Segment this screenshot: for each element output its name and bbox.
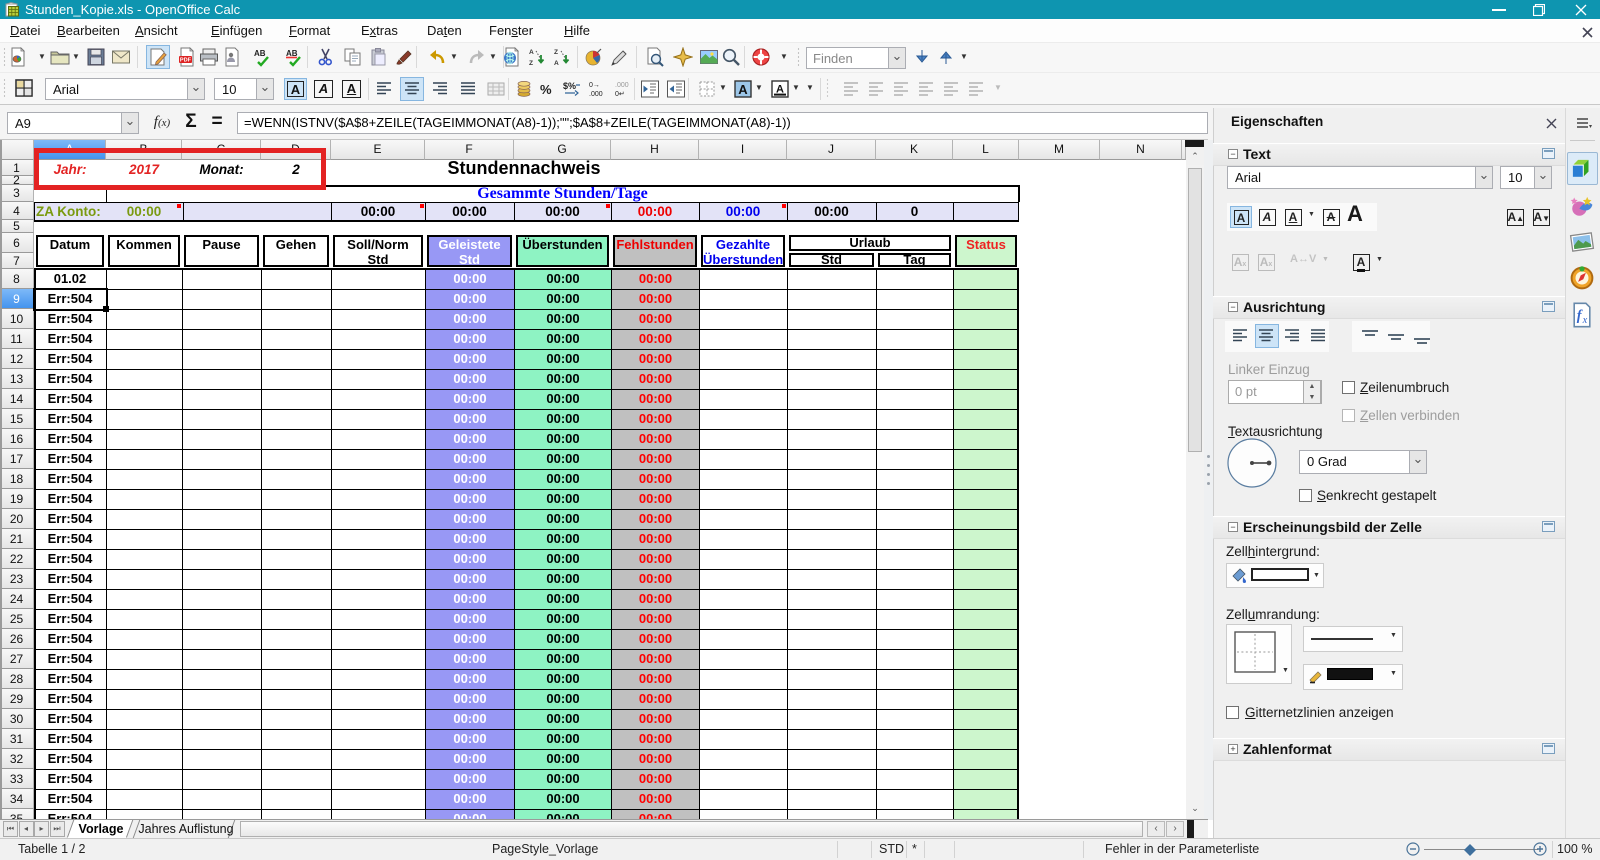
svg-text:A: A (529, 49, 534, 56)
svg-text:Z: Z (529, 60, 533, 67)
svg-text:A: A (554, 60, 559, 67)
svg-text:$%: $% (563, 81, 576, 91)
svg-text:%: % (540, 82, 552, 97)
svg-text:0→: 0→ (589, 82, 600, 89)
svg-text:.000: .000 (615, 82, 629, 89)
svg-text:.000: .000 (589, 91, 603, 98)
svg-text:AB: AB (254, 49, 266, 58)
svg-text:A: A (738, 82, 748, 97)
svg-text:PDF: PDF (180, 58, 192, 64)
svg-text:x: x (1582, 315, 1588, 326)
svg-text:0↵: 0↵ (615, 91, 625, 98)
svg-text:AB: AB (286, 49, 298, 58)
svg-text:Z: Z (554, 49, 558, 56)
